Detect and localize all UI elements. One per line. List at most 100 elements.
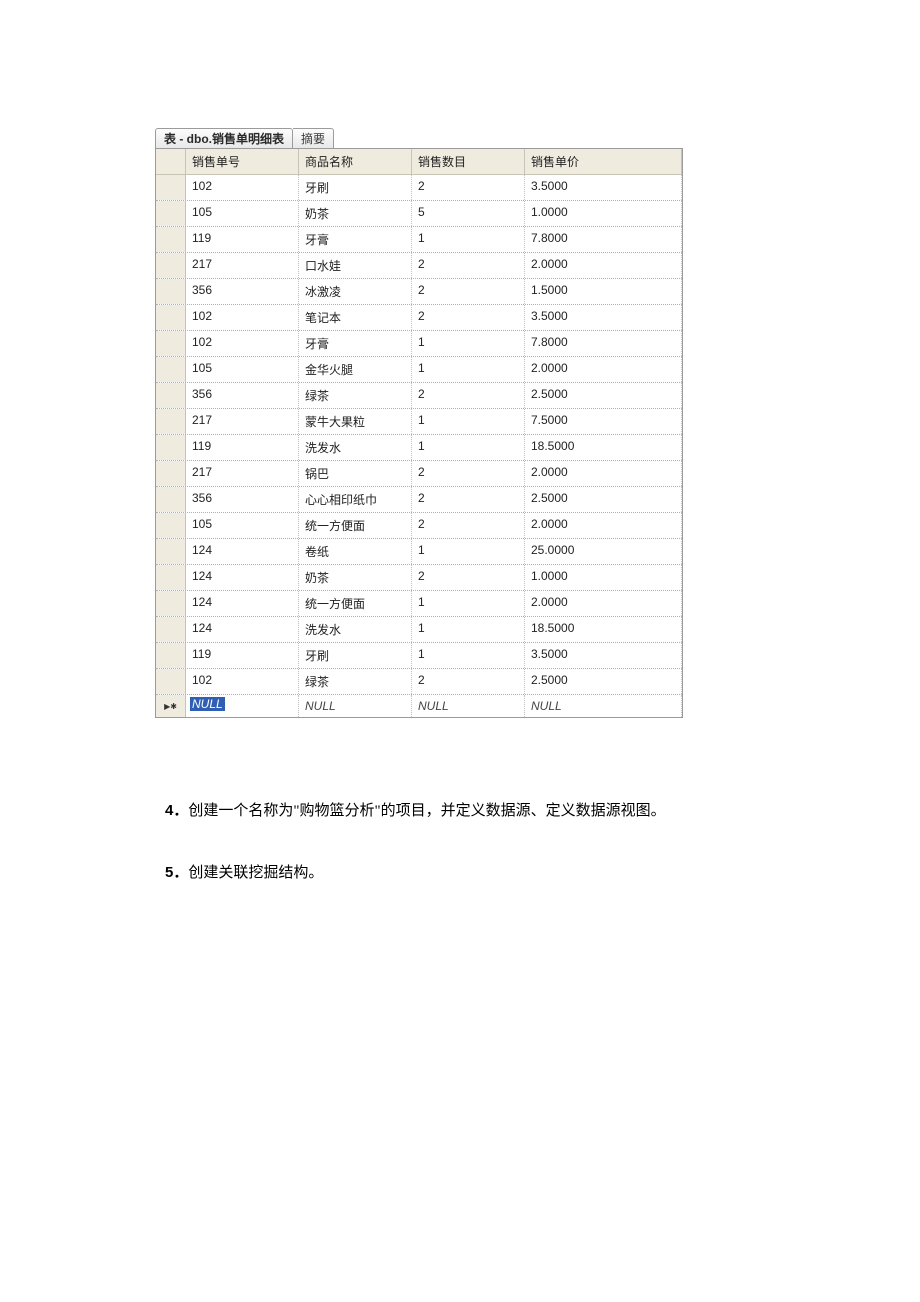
- table-row[interactable]: 124奶茶21.0000: [156, 565, 682, 591]
- cell[interactable]: 3.5000: [525, 305, 682, 330]
- cell[interactable]: 119: [186, 435, 299, 460]
- null-cell[interactable]: NULL: [525, 695, 682, 717]
- row-indicator[interactable]: [156, 357, 186, 382]
- cell[interactable]: 25.0000: [525, 539, 682, 564]
- row-indicator[interactable]: [156, 513, 186, 538]
- row-indicator[interactable]: [156, 435, 186, 460]
- column-header[interactable]: 销售单号: [186, 149, 299, 174]
- row-indicator[interactable]: [156, 201, 186, 226]
- null-cell-selected[interactable]: NULL: [190, 697, 225, 711]
- table-row[interactable]: 356冰激凌21.5000: [156, 279, 682, 305]
- row-indicator[interactable]: [156, 591, 186, 616]
- cell[interactable]: 2: [412, 487, 525, 512]
- cell[interactable]: 105: [186, 201, 299, 226]
- cell[interactable]: 绿茶: [299, 383, 412, 408]
- row-indicator[interactable]: [156, 461, 186, 486]
- cell[interactable]: 5: [412, 201, 525, 226]
- table-row[interactable]: 105金华火腿12.0000: [156, 357, 682, 383]
- cell[interactable]: 124: [186, 617, 299, 642]
- cell[interactable]: 牙膏: [299, 331, 412, 356]
- cell[interactable]: 119: [186, 227, 299, 252]
- row-indicator[interactable]: [156, 331, 186, 356]
- cell[interactable]: 2.0000: [525, 253, 682, 278]
- row-indicator[interactable]: [156, 539, 186, 564]
- cell[interactable]: 1: [412, 357, 525, 382]
- cell[interactable]: 2.0000: [525, 357, 682, 382]
- row-indicator[interactable]: [156, 175, 186, 200]
- cell[interactable]: 蒙牛大果粒: [299, 409, 412, 434]
- cell[interactable]: 2: [412, 253, 525, 278]
- tab-summary[interactable]: 摘要: [293, 128, 334, 148]
- cell[interactable]: 102: [186, 305, 299, 330]
- cell[interactable]: 7.8000: [525, 331, 682, 356]
- table-row[interactable]: 217蒙牛大果粒17.5000: [156, 409, 682, 435]
- cell[interactable]: 心心相印纸巾: [299, 487, 412, 512]
- new-row-indicator[interactable]: ▶✱: [156, 695, 186, 717]
- table-row[interactable]: 356绿茶22.5000: [156, 383, 682, 409]
- row-indicator[interactable]: [156, 227, 186, 252]
- cell[interactable]: 牙刷: [299, 643, 412, 668]
- cell[interactable]: 洗发水: [299, 435, 412, 460]
- cell[interactable]: 1.0000: [525, 565, 682, 590]
- table-row[interactable]: 102绿茶22.5000: [156, 669, 682, 695]
- table-row[interactable]: 217口水娃22.0000: [156, 253, 682, 279]
- cell[interactable]: 105: [186, 357, 299, 382]
- cell[interactable]: 7.8000: [525, 227, 682, 252]
- cell[interactable]: 卷纸: [299, 539, 412, 564]
- cell[interactable]: 笔记本: [299, 305, 412, 330]
- row-indicator[interactable]: [156, 279, 186, 304]
- row-indicator[interactable]: [156, 617, 186, 642]
- cell[interactable]: 1: [412, 617, 525, 642]
- row-indicator[interactable]: [156, 253, 186, 278]
- table-row[interactable]: 102牙膏17.8000: [156, 331, 682, 357]
- cell[interactable]: 217: [186, 253, 299, 278]
- cell[interactable]: 1: [412, 591, 525, 616]
- table-row[interactable]: 119牙刷13.5000: [156, 643, 682, 669]
- null-cell[interactable]: NULL: [186, 695, 299, 717]
- cell[interactable]: 冰激凌: [299, 279, 412, 304]
- cell[interactable]: 2.5000: [525, 383, 682, 408]
- column-header[interactable]: 销售单价: [525, 149, 682, 174]
- cell[interactable]: 2: [412, 279, 525, 304]
- cell[interactable]: 102: [186, 331, 299, 356]
- cell[interactable]: 105: [186, 513, 299, 538]
- column-header[interactable]: 商品名称: [299, 149, 412, 174]
- cell[interactable]: 102: [186, 175, 299, 200]
- cell[interactable]: 119: [186, 643, 299, 668]
- row-indicator[interactable]: [156, 643, 186, 668]
- cell[interactable]: 356: [186, 279, 299, 304]
- cell[interactable]: 2.5000: [525, 487, 682, 512]
- cell[interactable]: 2.5000: [525, 669, 682, 694]
- null-cell[interactable]: NULL: [299, 695, 412, 717]
- table-row[interactable]: 119洗发水118.5000: [156, 435, 682, 461]
- cell[interactable]: 102: [186, 669, 299, 694]
- cell[interactable]: 18.5000: [525, 617, 682, 642]
- null-cell[interactable]: NULL: [412, 695, 525, 717]
- table-row[interactable]: 102笔记本23.5000: [156, 305, 682, 331]
- cell[interactable]: 2: [412, 565, 525, 590]
- table-row[interactable]: 105奶茶51.0000: [156, 201, 682, 227]
- cell[interactable]: 2: [412, 513, 525, 538]
- cell[interactable]: 2: [412, 669, 525, 694]
- cell[interactable]: 124: [186, 591, 299, 616]
- cell[interactable]: 1: [412, 227, 525, 252]
- cell[interactable]: 2: [412, 461, 525, 486]
- cell[interactable]: 1: [412, 435, 525, 460]
- cell[interactable]: 牙膏: [299, 227, 412, 252]
- cell[interactable]: 洗发水: [299, 617, 412, 642]
- cell[interactable]: 2: [412, 305, 525, 330]
- table-row[interactable]: 124统一方便面12.0000: [156, 591, 682, 617]
- row-indicator[interactable]: [156, 305, 186, 330]
- cell[interactable]: 356: [186, 383, 299, 408]
- tab-main[interactable]: 表 - dbo.销售单明细表: [155, 128, 293, 148]
- row-indicator[interactable]: [156, 669, 186, 694]
- cell[interactable]: 18.5000: [525, 435, 682, 460]
- cell[interactable]: 绿茶: [299, 669, 412, 694]
- cell[interactable]: 1: [412, 539, 525, 564]
- cell[interactable]: 3.5000: [525, 175, 682, 200]
- cell[interactable]: 奶茶: [299, 201, 412, 226]
- cell[interactable]: 356: [186, 487, 299, 512]
- cell[interactable]: 124: [186, 539, 299, 564]
- table-row[interactable]: 217锅巴22.0000: [156, 461, 682, 487]
- table-row[interactable]: 119牙膏17.8000: [156, 227, 682, 253]
